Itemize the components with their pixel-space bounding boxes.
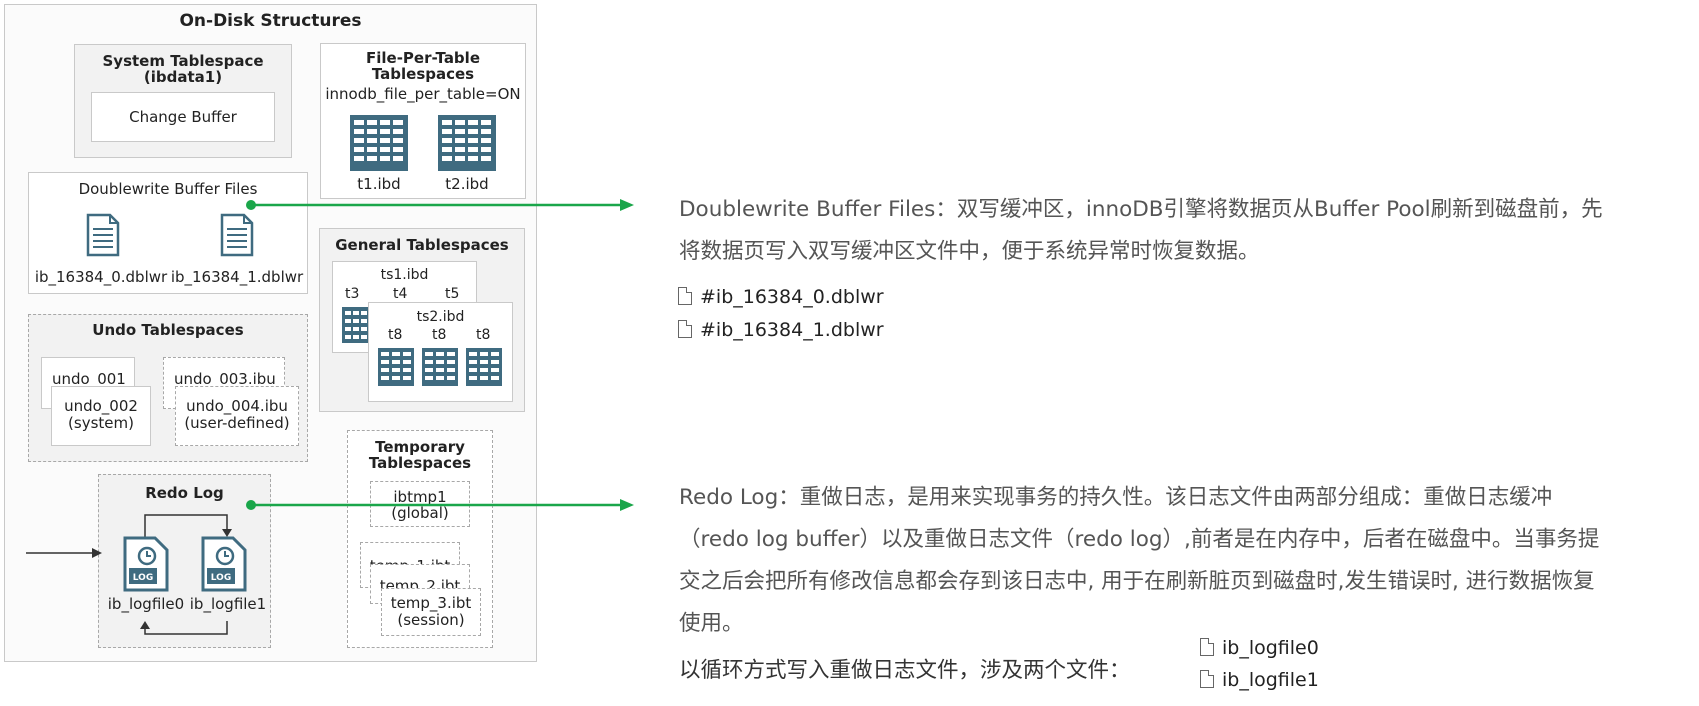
table-icon: [342, 307, 370, 343]
doublewrite-file-name: #ib_16384_0.dblwr: [700, 286, 884, 308]
change-buffer-label: Change Buffer: [129, 108, 237, 126]
undo-tablespaces: Undo Tablespaces undo_001 undo_002 (syst…: [28, 314, 308, 462]
undo-004-label: undo_004.ibu: [186, 397, 288, 415]
ts2-ibd-label: ts2.ibd: [416, 309, 465, 325]
log-badge: LOG: [133, 573, 153, 583]
doublewrite-buffer-files: Doublewrite Buffer Files ib_16384_0.dblw…: [28, 172, 308, 294]
system-tablespace-subtitle: (ibdata1): [143, 68, 223, 86]
redo-pointer-arrow: [246, 499, 634, 511]
undo-004-subtitle: (user-defined): [184, 414, 290, 432]
change-buffer: Change Buffer: [91, 92, 275, 142]
document-icon: [86, 213, 120, 257]
undo-tablespaces-title: Undo Tablespaces: [92, 321, 244, 339]
doublewrite-file-item: #ib_16384_0.dblwr: [678, 285, 884, 309]
file-icon: [1200, 638, 1214, 656]
ts1-table-label: t4: [393, 286, 408, 302]
undo-002-box: undo_002 (system): [51, 386, 151, 446]
redo-note-line1: Redo Log：重做日志，是用来实现事务的持久性。该日志文件由两部分组成：重做…: [679, 485, 1553, 510]
file-per-table-subtitle: Tablespaces: [371, 65, 475, 83]
diagram-title: On-Disk Structures: [179, 11, 362, 31]
doublewrite-file-name: #ib_16384_1.dblwr: [700, 319, 884, 341]
temp-3-label: temp_3.ibt: [390, 594, 472, 612]
ts1-table-label: t5: [445, 286, 460, 302]
temp-3-subtitle: (session): [397, 611, 465, 629]
doublewrite-pointer-arrow: [246, 199, 634, 211]
ts2-table-label: t8: [388, 327, 403, 343]
redo-note-line2: （redo log buffer）以及重做日志文件（redo log）,前者是在…: [679, 527, 1600, 552]
dblwr-file-0-label: ib_16384_0.dblwr: [34, 268, 168, 286]
incoming-arrow: [26, 548, 102, 558]
ts1-table-label: t3: [345, 286, 360, 302]
ts1-ibd-label: ts1.ibd: [380, 267, 429, 283]
log-file-icon: LOG: [201, 536, 247, 592]
ib-logfile1-label: ib_logfile1: [189, 595, 267, 613]
document-icon: [220, 213, 254, 257]
table-icon: [422, 348, 458, 386]
file-per-table-tablespaces: File-Per-Table Tablespaces innodb_file_p…: [320, 43, 526, 199]
system-tablespace: System Tablespace (ibdata1) Change Buffe…: [74, 44, 292, 158]
redo-file-name: ib_logfile0: [1222, 637, 1319, 659]
doublewrite-file-item: #ib_16384_1.dblwr: [678, 318, 884, 342]
t1-ibd-label: t1.ibd: [357, 175, 401, 193]
table-icon: [378, 348, 414, 386]
file-icon: [1200, 670, 1214, 688]
redo-note-line3: 交之后会把所有修改信息都会存到该日志中, 用于在刷新脏页到磁盘时,发生错误时, …: [679, 569, 1595, 594]
doublewrite-note-line2: 将数据页写入双写缓冲区文件中，便于系统异常时恢复数据。: [679, 239, 1260, 264]
redo-file-item: ib_logfile1: [1200, 668, 1319, 692]
ts2-table-label: t8: [476, 327, 491, 343]
general-tablespaces-title: General Tablespaces: [335, 236, 509, 254]
undo-002-subtitle: (system): [68, 414, 134, 432]
redo-note-line4: 使用。: [679, 611, 744, 636]
log-badge: LOG: [211, 573, 231, 583]
temporary-tablespaces: Temporary Tablespaces ibtmp1 (global) te…: [347, 430, 493, 648]
file-per-table-setting: innodb_file_per_table=ON: [325, 85, 521, 103]
redo-note-line5: 以循环方式写入重做日志文件，涉及两个文件：: [679, 658, 1131, 683]
undo-004-box: undo_004.ibu (user-defined): [175, 386, 299, 446]
file-icon: [678, 320, 692, 338]
redo-file-name: ib_logfile1: [1222, 669, 1319, 691]
temp-3-box: temp_3.ibt (session): [381, 588, 481, 636]
log-file-icon: LOG: [123, 536, 169, 592]
dblwr-file-1-label: ib_16384_1.dblwr: [170, 268, 304, 286]
ts2-table-label: t8: [432, 327, 447, 343]
doublewrite-note-line1: Doublewrite Buffer Files：双写缓冲区，innoDB引擎将…: [679, 197, 1603, 222]
redo-file-item: ib_logfile0: [1200, 636, 1319, 660]
ib-logfile0-label: ib_logfile0: [107, 595, 185, 613]
temporary-tablespaces-subtitle: Tablespaces: [368, 454, 472, 472]
t2-ibd-label: t2.ibd: [445, 175, 489, 193]
undo-002-label: undo_002: [64, 397, 138, 415]
file-icon: [678, 287, 692, 305]
table-icon: [350, 115, 408, 171]
general-tablespaces: General Tablespaces ts1.ibd t3 t4 t5 ts2…: [319, 228, 525, 412]
table-icon: [466, 348, 502, 386]
table-icon: [438, 115, 496, 171]
ts2-ibd-box: ts2.ibd t8 t8 t8: [368, 302, 513, 402]
